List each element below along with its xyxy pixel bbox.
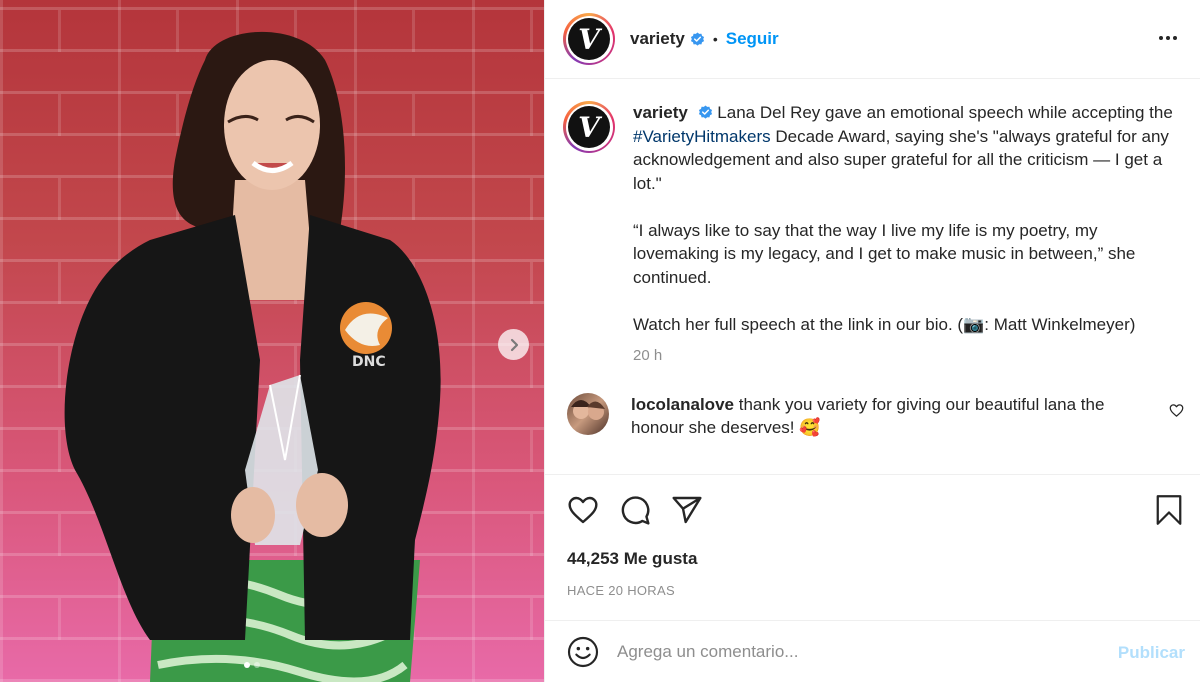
carousel-dot — [254, 662, 260, 668]
comment-input[interactable] — [617, 641, 1097, 662]
publish-button[interactable]: Publicar — [1118, 643, 1185, 663]
photo-subject: DNC — [64, 31, 441, 682]
variety-logo: V — [568, 106, 610, 148]
comment-username[interactable]: locolanalove — [631, 395, 734, 414]
caption-paragraph-3: Watch her full speech at the link in our… — [633, 314, 1136, 334]
caption-paragraph-2: “I always like to say that the way I liv… — [633, 220, 1136, 287]
caption-username[interactable]: variety — [633, 103, 688, 122]
carousel-next-button[interactable] — [498, 329, 529, 360]
caption: V variety Lana Del Rey gave an emotional… — [563, 101, 1184, 368]
post-photo[interactable]: DNC — [0, 0, 544, 682]
post-details-panel: V variety • Seguir V variety Lana Del Re… — [544, 0, 1200, 682]
avatar[interactable]: V — [563, 13, 615, 65]
verified-badge-icon — [698, 105, 712, 119]
caption-text-part1: Lana Del Rey gave an emotional speech wh… — [717, 103, 1173, 122]
like-comment-icon[interactable] — [1169, 403, 1184, 418]
action-bar — [545, 475, 1200, 545]
verified-badge-icon — [690, 31, 704, 46]
comment-icon[interactable] — [619, 494, 651, 526]
comment-body: locolanalove thank you variety for givin… — [631, 393, 1161, 440]
chevron-right-icon — [510, 338, 518, 351]
carousel-indicator — [244, 662, 260, 668]
bookmark-icon[interactable] — [1154, 493, 1184, 527]
svg-text:DNC: DNC — [352, 354, 386, 370]
carousel-dot-active — [244, 662, 250, 668]
comments-section: V variety Lana Del Rey gave an emotional… — [545, 79, 1200, 475]
header-separator: • — [712, 31, 718, 47]
heart-icon[interactable] — [567, 494, 599, 526]
likes-count[interactable]: 44,253 Me gusta — [545, 549, 1200, 569]
post-header: V variety • Seguir — [545, 0, 1200, 79]
header-username[interactable]: variety — [630, 29, 685, 49]
variety-logo: V — [568, 18, 610, 60]
caption-avatar[interactable]: V — [563, 101, 615, 153]
caption-timestamp[interactable]: 20 h — [633, 344, 1184, 368]
comment-avatar[interactable] — [567, 392, 609, 435]
hashtag-link[interactable]: #VarietyHitmakers — [633, 127, 771, 146]
add-comment-bar: Publicar — [545, 620, 1200, 682]
follow-button[interactable]: Seguir — [726, 29, 779, 49]
comment-item: locolanalove thank you variety for givin… — [563, 392, 1184, 440]
share-icon[interactable] — [671, 494, 703, 526]
emoji-icon[interactable] — [567, 636, 599, 668]
post-time-ago[interactable]: HACE 20 HORAS — [545, 583, 1200, 598]
caption-body: variety Lana Del Rey gave an emotional s… — [633, 101, 1184, 368]
more-options-icon[interactable] — [1158, 28, 1178, 48]
